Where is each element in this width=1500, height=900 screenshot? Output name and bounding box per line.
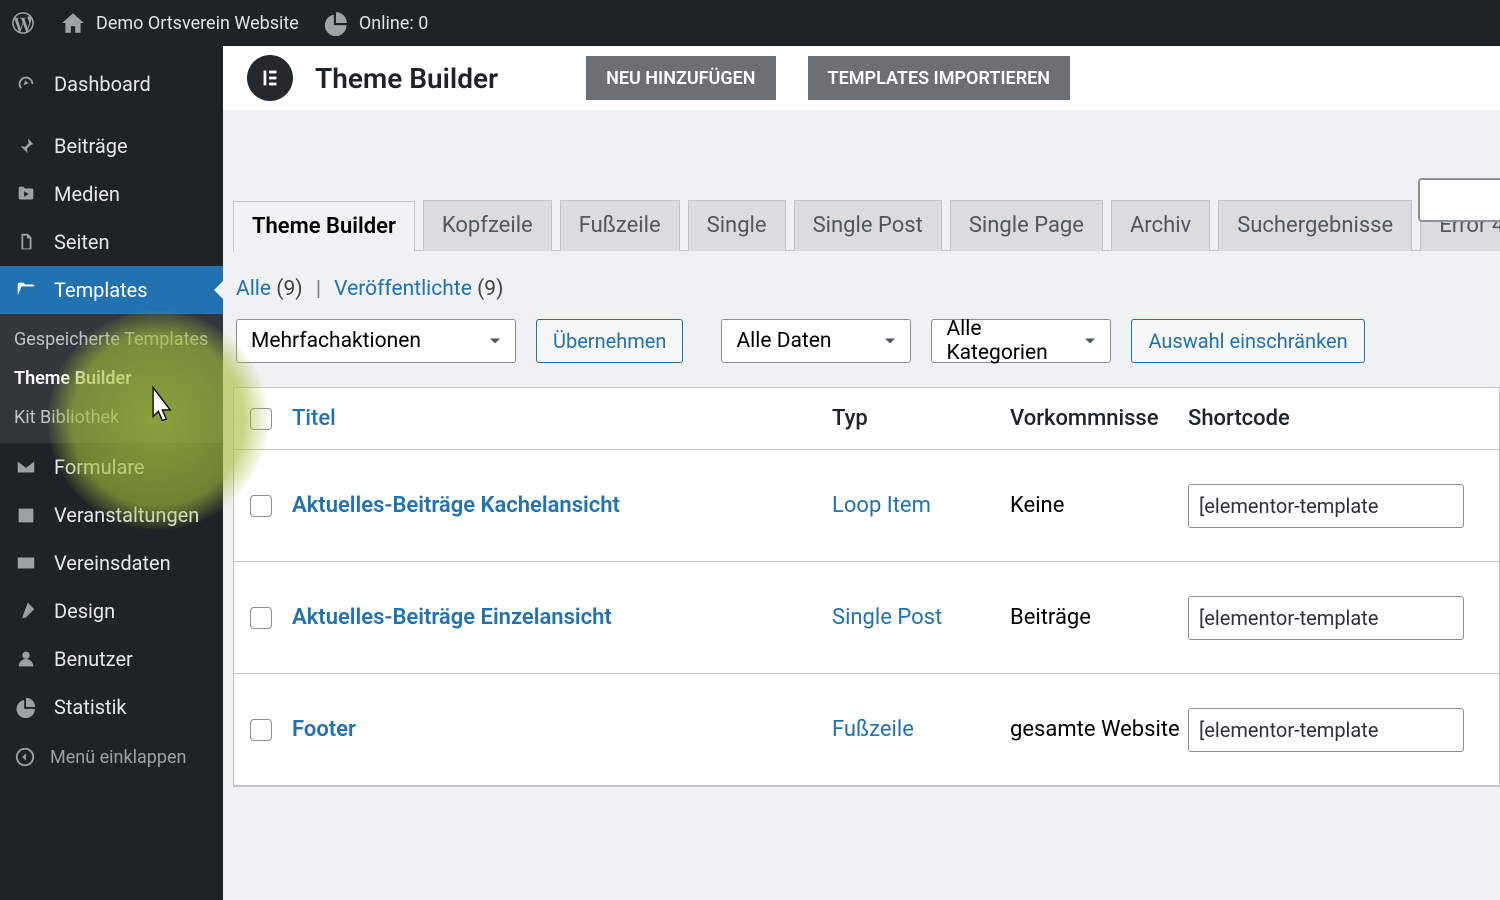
calendar-icon [14, 503, 38, 527]
row-instances: Keine [1010, 493, 1188, 518]
tabs: Theme Builder Kopfzeile Fußzeile Single … [233, 200, 1500, 251]
submenu-theme-builder[interactable]: Theme Builder [0, 359, 223, 398]
import-templates-button[interactable]: TEMPLATES IMPORTIEREN [808, 56, 1070, 100]
add-new-button[interactable]: NEU HINZUFÜGEN [586, 56, 775, 100]
separator: | [316, 277, 321, 301]
row-checkbox[interactable] [250, 719, 272, 741]
tab-theme-builder[interactable]: Theme Builder [233, 201, 415, 252]
chevron-down-icon [1080, 331, 1100, 351]
table-header: Titel Typ Vorkommnisse Shortcode [234, 388, 1499, 450]
menu-dashboard[interactable]: Dashboard [0, 60, 223, 108]
row-type-link[interactable]: Loop Item [832, 493, 1010, 518]
media-icon [14, 182, 38, 206]
online-count[interactable]: Online: 0 [323, 10, 429, 36]
home-icon [60, 10, 86, 36]
menu-media[interactable]: Medien [0, 170, 223, 218]
user-icon [14, 647, 38, 671]
row-title-link[interactable]: Aktuelles-Beiträge Einzelansicht [292, 605, 832, 630]
filter-published-link[interactable]: Veröffentlichte [334, 277, 472, 301]
page-title: Theme Builder [315, 62, 498, 95]
tab-archive[interactable]: Archiv [1111, 200, 1210, 251]
page-header: Theme Builder NEU HINZUFÜGEN TEMPLATES I… [223, 46, 1500, 110]
tab-single-post[interactable]: Single Post [794, 200, 942, 251]
row-title-link[interactable]: Footer [292, 717, 832, 742]
panel: Theme Builder Kopfzeile Fußzeile Single … [223, 110, 1500, 787]
submenu-saved-templates[interactable]: Gespeicherte Templates [0, 320, 223, 359]
menu-design[interactable]: Design [0, 587, 223, 635]
col-type: Typ [832, 406, 1010, 431]
filter-all-link[interactable]: Alle [236, 277, 271, 301]
shortcode-input[interactable] [1188, 596, 1464, 640]
status-links: Alle (9) | Veröffentlichte (9) [233, 251, 1500, 301]
pin-icon [14, 134, 38, 158]
row-title-link[interactable]: Aktuelles-Beiträge Kachelansicht [292, 493, 832, 518]
wp-logo[interactable] [10, 10, 36, 36]
table-row: Footer Fußzeile gesamte Website [234, 674, 1499, 786]
row-type-link[interactable]: Single Post [832, 605, 1010, 630]
row-checkbox[interactable] [250, 607, 272, 629]
menu-clubdata[interactable]: Vereinsdaten [0, 539, 223, 587]
chart-pie-icon [323, 10, 349, 36]
site-link[interactable]: Demo Ortsverein Website [60, 10, 299, 36]
filter-all-count: (9) [276, 277, 302, 301]
filter-bar: Mehrfachaktionen Übernehmen Alle Daten A… [233, 301, 1500, 363]
col-instances: Vorkommnisse [1010, 406, 1188, 431]
menu-posts[interactable]: Beiträge [0, 122, 223, 170]
online-label: Online: 0 [359, 13, 429, 34]
search-input[interactable] [1418, 178, 1500, 222]
table-row: Aktuelles-Beiträge Kachelansicht Loop It… [234, 450, 1499, 562]
tab-header[interactable]: Kopfzeile [423, 200, 552, 251]
tab-footer[interactable]: Fußzeile [560, 200, 680, 251]
chart-icon [14, 695, 38, 719]
chevron-down-icon [880, 331, 900, 351]
select-all-checkbox[interactable] [250, 408, 272, 430]
col-shortcode: Shortcode [1188, 406, 1499, 431]
templates-table: Titel Typ Vorkommnisse Shortcode Aktuell… [233, 387, 1500, 787]
apply-button[interactable]: Übernehmen [536, 319, 683, 363]
submenu-templates: Gespeicherte Templates Theme Builder Kit… [0, 314, 223, 443]
bulk-action-select[interactable]: Mehrfachaktionen [236, 319, 516, 363]
collapse-menu[interactable]: Menü einklappen [0, 733, 223, 781]
table-row: Aktuelles-Beiträge Einzelansicht Single … [234, 562, 1499, 674]
row-checkbox[interactable] [250, 495, 272, 517]
tab-search-results[interactable]: Suchergebnisse [1218, 200, 1412, 251]
menu-events[interactable]: Veranstaltungen [0, 491, 223, 539]
brush-icon [14, 599, 38, 623]
shortcode-input[interactable] [1188, 708, 1464, 752]
chevron-down-icon [485, 331, 505, 351]
site-name: Demo Ortsverein Website [96, 13, 299, 34]
collapse-icon [14, 746, 36, 768]
card-icon [14, 551, 38, 575]
row-type-link[interactable]: Fußzeile [832, 717, 1010, 742]
admin-bar: Demo Ortsverein Website Online: 0 [0, 0, 1500, 46]
menu-templates[interactable]: Templates [0, 266, 223, 314]
elementor-logo [247, 55, 293, 101]
pages-icon [14, 230, 38, 254]
content-area: Theme Builder NEU HINZUFÜGEN TEMPLATES I… [223, 46, 1500, 900]
tab-single[interactable]: Single [688, 200, 786, 251]
filter-button[interactable]: Auswahl einschränken [1131, 319, 1364, 363]
date-filter-select[interactable]: Alle Daten [721, 319, 911, 363]
shortcode-input[interactable] [1188, 484, 1464, 528]
menu-forms[interactable]: Formulare [0, 443, 223, 491]
row-instances: gesamte Website [1010, 717, 1188, 742]
folder-open-icon [14, 278, 38, 302]
admin-menu: Dashboard Beiträge Medien Seiten Templat… [0, 46, 223, 900]
row-instances: Beiträge [1010, 605, 1188, 630]
mail-icon [14, 455, 38, 479]
dashboard-icon [14, 72, 38, 96]
tab-single-page[interactable]: Single Page [950, 200, 1103, 251]
submenu-kit-library[interactable]: Kit Bibliothek [0, 398, 223, 437]
col-title[interactable]: Titel [292, 406, 832, 431]
category-filter-select[interactable]: Alle Kategorien [931, 319, 1111, 363]
menu-pages[interactable]: Seiten [0, 218, 223, 266]
elementor-icon [259, 67, 281, 89]
wordpress-icon [10, 10, 36, 36]
menu-stats[interactable]: Statistik [0, 683, 223, 731]
menu-users[interactable]: Benutzer [0, 635, 223, 683]
filter-published-count: (9) [477, 277, 503, 301]
